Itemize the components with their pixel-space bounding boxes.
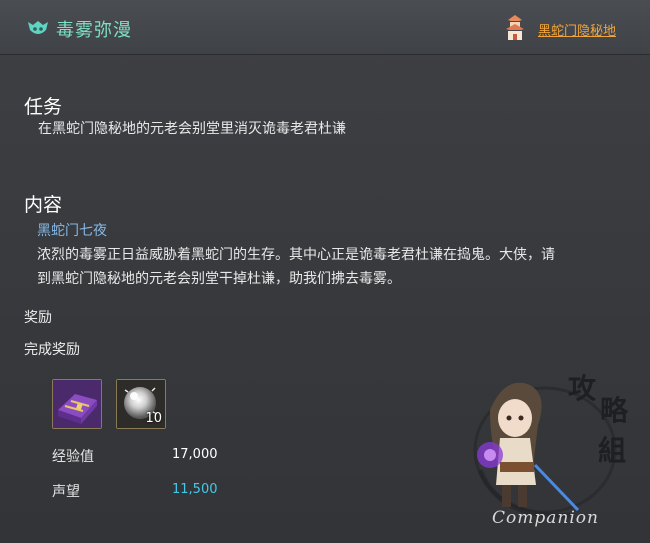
svg-text:組: 組	[598, 434, 626, 467]
companion-watermark-text: Companion	[492, 508, 599, 528]
content-line-1: 浓烈的毒雾正日益威胁着黑蛇门的生存。其中心正是诡毒老君杜谦在捣鬼。大侠，请	[37, 247, 555, 263]
svg-text:略: 略	[600, 394, 629, 427]
reputation-label: 声望	[52, 484, 80, 500]
task-description: 在黑蛇门隐秘地的元老会别堂里消灭诡毒老君杜谦	[38, 121, 346, 137]
quest-title: 毒雾弥漫	[56, 20, 132, 41]
location-pagoda-icon	[506, 15, 524, 40]
content-line-2: 到黑蛇门隐秘地的元老会别堂干掉杜谦，助我们拂去毒雾。	[37, 271, 401, 287]
completion-rewards-heading: 完成奖励	[24, 342, 80, 358]
reputation-value: 11,500	[172, 482, 218, 497]
svg-text:攻: 攻	[568, 372, 597, 405]
location-link[interactable]: 黑蛇门隐秘地	[538, 20, 616, 39]
reward-item-count: 10	[145, 411, 162, 426]
reward-item[interactable]: 10	[116, 379, 166, 429]
reward-item[interactable]	[52, 379, 102, 429]
task-heading: 任务	[24, 96, 63, 118]
content-heading: 内容	[24, 194, 63, 216]
exp-value: 17,000	[172, 447, 218, 462]
content-subtitle: 黑蛇门七夜	[37, 223, 107, 239]
rewards-heading: 奖励	[24, 310, 52, 326]
quest-header: 毒雾弥漫 黑蛇门隐秘地	[0, 0, 650, 55]
exp-label: 经验值	[52, 449, 94, 465]
quest-panel: 毒雾弥漫 黑蛇门隐秘地 任务 在黑蛇门隐秘地的元老会别堂里消灭诡毒老君杜谦 内容…	[0, 0, 650, 543]
purple-chest-icon	[53, 380, 101, 428]
quest-mask-icon	[28, 21, 48, 34]
